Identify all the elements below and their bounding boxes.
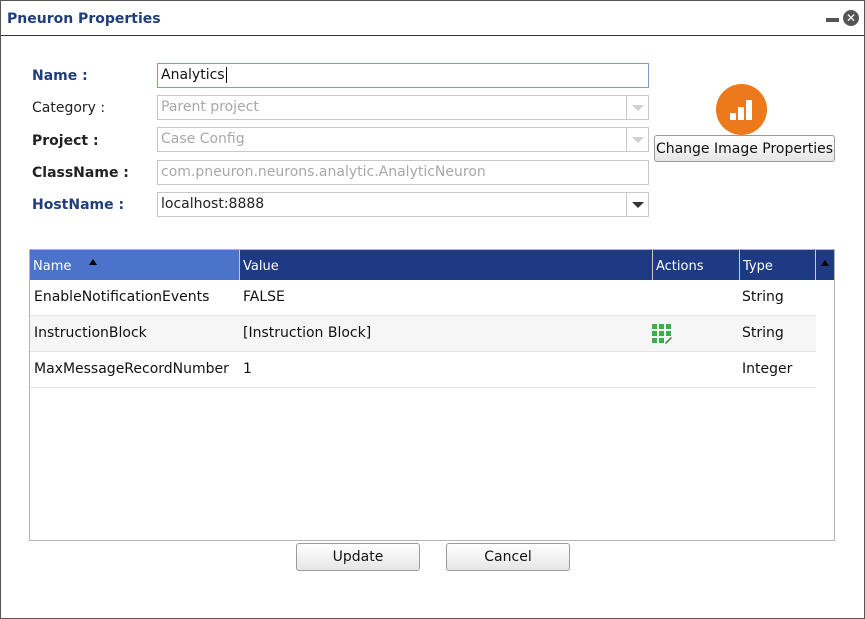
project-dropdown-arrow [626,128,648,151]
chevron-down-icon [632,202,644,208]
update-button[interactable]: Update [296,543,420,571]
title-bar: Pneuron Properties ✕ [1,1,864,36]
hostname-dropdown-arrow[interactable] [626,193,648,216]
cancel-button[interactable]: Cancel [446,543,570,571]
sort-ascending-icon [89,259,98,265]
row-value[interactable]: [Instruction Block] [243,316,371,352]
row-name: InstructionBlock [34,325,147,341]
column-header-name[interactable]: Name [30,250,240,280]
name-input-value: Analytics [161,67,227,83]
table-row[interactable]: EnableNotificationEvents FALSE String [30,280,816,316]
column-header-type[interactable]: Type [740,250,816,280]
table-row[interactable]: MaxMessageRecordNumber 1 Integer [30,352,816,388]
project-select-value: Case Config [161,131,245,147]
properties-grid: Name Value Actions Type EnableNotificati… [29,249,835,541]
close-icon[interactable]: ✕ [843,10,859,26]
hostname-select[interactable]: localhost:8888 [157,192,649,217]
grid-edit-icon[interactable] [652,324,672,344]
classname-label: ClassName : [32,165,129,181]
category-dropdown-arrow [626,96,648,119]
hostname-select-value: localhost:8888 [161,196,265,212]
row-value[interactable]: FALSE [243,280,285,316]
row-type: String [742,289,784,305]
row-value[interactable]: 1 [243,352,252,388]
chevron-up-icon [821,260,829,266]
project-label: Project : [32,133,99,149]
table-row[interactable]: InstructionBlock [Instruction Block] Str… [30,316,816,352]
minimize-icon[interactable] [826,18,839,22]
row-type: Integer [742,361,793,377]
bar-chart-icon [716,84,767,135]
column-header-actions[interactable]: Actions [653,250,740,280]
grid-header: Name Value Actions Type [30,250,834,280]
change-image-properties-button[interactable]: Change Image Properties [654,135,835,162]
category-label: Category : [32,100,106,116]
classname-value: com.pneuron.neurons.analytic.AnalyticNeu… [161,164,486,180]
dialog-title: Pneuron Properties [7,11,161,27]
hostname-label: HostName : [32,197,125,213]
column-header-value[interactable]: Value [240,250,653,280]
row-name: MaxMessageRecordNumber [34,361,229,377]
chevron-down-icon [632,105,644,111]
name-input[interactable]: Analytics [157,63,649,88]
classname-field: com.pneuron.neurons.analytic.AnalyticNeu… [157,160,649,185]
row-name: EnableNotificationEvents [34,289,210,305]
chevron-down-icon [632,137,644,143]
scrollbar-up-button[interactable] [816,250,834,280]
row-type: String [742,325,784,341]
name-label: Name : [32,68,88,84]
category-select-value: Parent project [161,99,259,115]
pneuron-properties-dialog: Pneuron Properties ✕ Name : Analytics Ca… [0,0,865,619]
category-select: Parent project [157,95,649,120]
project-select: Case Config [157,127,649,152]
